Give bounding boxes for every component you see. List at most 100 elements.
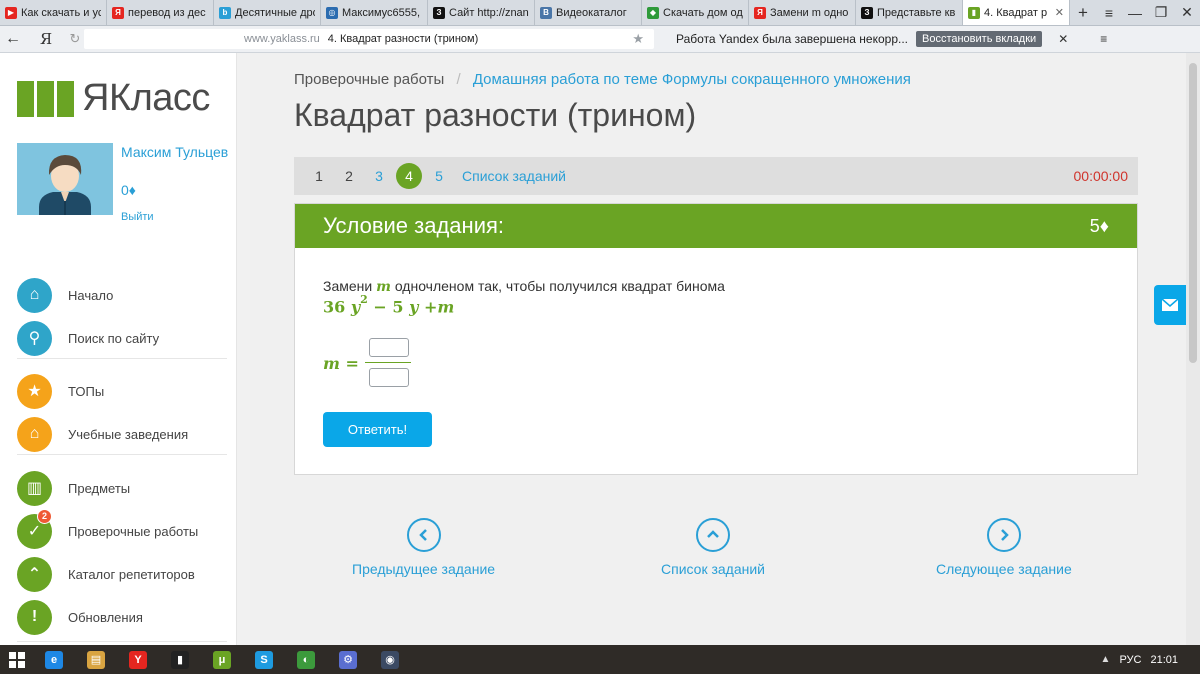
sidebar-item[interactable]: ! Обновления	[17, 599, 143, 635]
breadcrumb-current[interactable]: Домашняя работа по теме Формулы сокращен…	[473, 71, 911, 88]
tray-arrow-icon[interactable]: ▲	[1101, 654, 1111, 665]
start-button[interactable]	[0, 651, 34, 668]
tab-favicon-icon: ▶	[5, 6, 17, 19]
breadcrumb-separator: /	[456, 71, 461, 88]
answer-variable: m	[323, 354, 340, 373]
sidebar-item-label[interactable]: Предметы	[68, 481, 130, 496]
tab-favicon-icon: В	[540, 6, 552, 19]
sidebar-item[interactable]: ✓ 2 Проверочные работы	[17, 508, 198, 549]
task-number-link[interactable]: 2	[334, 168, 364, 184]
answer-equals: =	[345, 354, 359, 373]
task-number-link[interactable]: 3	[364, 168, 394, 184]
sidebar-item[interactable]: ★ ТОПы	[17, 373, 104, 409]
book-logo-icon	[17, 80, 75, 117]
browser-tab[interactable]: В Видеокаталог	[535, 0, 642, 25]
page-scrollbar[interactable]	[1186, 53, 1200, 645]
expr-op2: +	[423, 297, 438, 317]
taskbar-app[interactable]: ⚙	[328, 647, 368, 672]
sidebar-item-label[interactable]: ТОПы	[68, 384, 104, 399]
next-task-label[interactable]: Следующее задание	[936, 561, 1072, 577]
sidebar-item-label[interactable]: Каталог репетиторов	[68, 567, 195, 582]
previous-task-label[interactable]: Предыдущее задание	[352, 561, 495, 577]
tab-close-icon[interactable]: ✕	[1055, 6, 1064, 19]
browser-tab[interactable]: ▮ 4. Квадрат р ✕	[963, 0, 1070, 25]
submit-answer-button[interactable]: Ответить!	[323, 412, 432, 447]
new-tab-icon[interactable]: +	[1070, 0, 1096, 25]
sidebar-item-label[interactable]: Проверочные работы	[68, 524, 198, 539]
yandex-logo-icon[interactable]: Я	[26, 30, 66, 48]
browser-tab[interactable]: ▶ Как скачать и ус	[0, 0, 107, 25]
browser-tab[interactable]: Яперевод из дес	[107, 0, 214, 25]
task-number-link[interactable]: 5	[424, 168, 454, 184]
scrollbar-thumb[interactable]	[1189, 63, 1197, 363]
taskbar-app[interactable]: Y	[118, 647, 158, 672]
restore-icon[interactable]: ❐	[1148, 4, 1174, 21]
chevron-up-icon[interactable]	[696, 518, 730, 552]
task-variable: m	[376, 279, 391, 295]
answer-fraction	[365, 338, 411, 390]
minimize-icon[interactable]: —	[1122, 5, 1148, 21]
chevron-right-icon[interactable]	[986, 518, 1021, 552]
clock[interactable]: 21:01	[1150, 654, 1178, 666]
menu-icon[interactable]: ≡	[1100, 32, 1107, 46]
task-number-link[interactable]: 1	[304, 168, 334, 184]
reload-icon[interactable]: ↻	[66, 31, 84, 47]
sidebar-item[interactable]: ⌃ Каталог репетиторов	[17, 556, 195, 592]
task-list-link[interactable]: Список заданий	[462, 168, 566, 184]
sidebar-item-label[interactable]: Начало	[68, 288, 113, 303]
close-icon[interactable]: ✕	[1174, 4, 1200, 21]
sidebar-item[interactable]: ⚲ Поиск по сайту	[17, 320, 159, 356]
language-indicator[interactable]: РУС	[1119, 654, 1141, 666]
task-list-nav-link[interactable]: Список заданий	[661, 518, 765, 577]
browser-tab[interactable]: ◎ Максимус6555,	[321, 0, 428, 25]
expr-op1: −	[373, 297, 387, 317]
bookmark-star-icon[interactable]: ★	[632, 31, 644, 47]
numerator-input[interactable]	[369, 338, 409, 357]
sidebar-item-label[interactable]: Поиск по сайту	[68, 331, 159, 346]
url-field[interactable]: www.yaklass.ru 4. Квадрат разности (трин…	[84, 29, 654, 49]
sidebar-item-label[interactable]: Учебные заведения	[68, 427, 188, 442]
browser-tab[interactable]: b Десятичные дро	[214, 0, 321, 25]
taskbar-app[interactable]: ▤	[76, 647, 116, 672]
denominator-input[interactable]	[369, 368, 409, 387]
taskbar-app[interactable]: μ	[202, 647, 242, 672]
fraction-line	[365, 362, 411, 363]
next-task-link[interactable]: Следующее задание	[936, 518, 1072, 577]
browser-tab[interactable]: Я Замени m одно	[749, 0, 856, 25]
nav-icon-glyph: ⌂	[29, 425, 40, 442]
task-list-nav-label[interactable]: Список заданий	[661, 561, 765, 577]
taskbar-app[interactable]: ◐	[286, 647, 326, 672]
taskbar-app[interactable]: e	[34, 647, 74, 672]
task-number-link[interactable]: 4	[396, 163, 422, 189]
sidebar-item[interactable]: ⌂ Начало	[17, 277, 113, 313]
close-notification-icon[interactable]: ✕	[1058, 32, 1068, 46]
yaklass-logo[interactable]: ЯКласс	[17, 77, 210, 120]
user-name-link[interactable]: Максим Тульцев	[121, 144, 231, 161]
taskbar-app[interactable]: ◉	[370, 647, 410, 672]
previous-task-link[interactable]: Предыдущее задание	[352, 518, 495, 577]
feedback-tab[interactable]	[1154, 285, 1186, 325]
sidebar-item[interactable]: ▥ Предметы	[17, 470, 130, 506]
back-arrow-icon[interactable]: ←	[0, 30, 26, 48]
taskbar-app[interactable]: S	[244, 647, 284, 672]
tab-title: Как скачать и ус	[21, 6, 101, 19]
nav-icon-glyph: ✓	[27, 523, 42, 540]
logout-link[interactable]: Выйти	[121, 211, 154, 223]
expr-coef: 36	[323, 297, 346, 317]
menu-icon[interactable]: ≡	[1096, 5, 1122, 21]
restore-tabs-button[interactable]: Восстановить вкладки	[916, 31, 1043, 47]
network-tool-icon: ⚙	[339, 650, 357, 669]
sidebar-item[interactable]: ⌂ Учебные заведения	[17, 416, 188, 452]
home-icon: ⌂	[17, 277, 52, 313]
browser-tab[interactable]: ◆ Скачать дом од	[642, 0, 749, 25]
browser-tab[interactable]: З Представьте кв	[856, 0, 963, 25]
browser-tab[interactable]: З Сайт http://znan	[428, 0, 535, 25]
breadcrumb-root[interactable]: Проверочные работы	[294, 71, 444, 88]
chevron-left-icon[interactable]	[406, 518, 441, 552]
tab-title: Представьте кв	[877, 6, 956, 19]
taskbar-app[interactable]: ▮	[160, 647, 200, 672]
browser-address-bar: ← Я ↻ www.yaklass.ru 4. Квадрат разности…	[0, 26, 1200, 53]
sidebar-item-label[interactable]: Обновления	[68, 610, 143, 625]
avatar[interactable]	[17, 143, 113, 215]
window-controls: ≡ — ❐ ✕	[1096, 0, 1200, 25]
